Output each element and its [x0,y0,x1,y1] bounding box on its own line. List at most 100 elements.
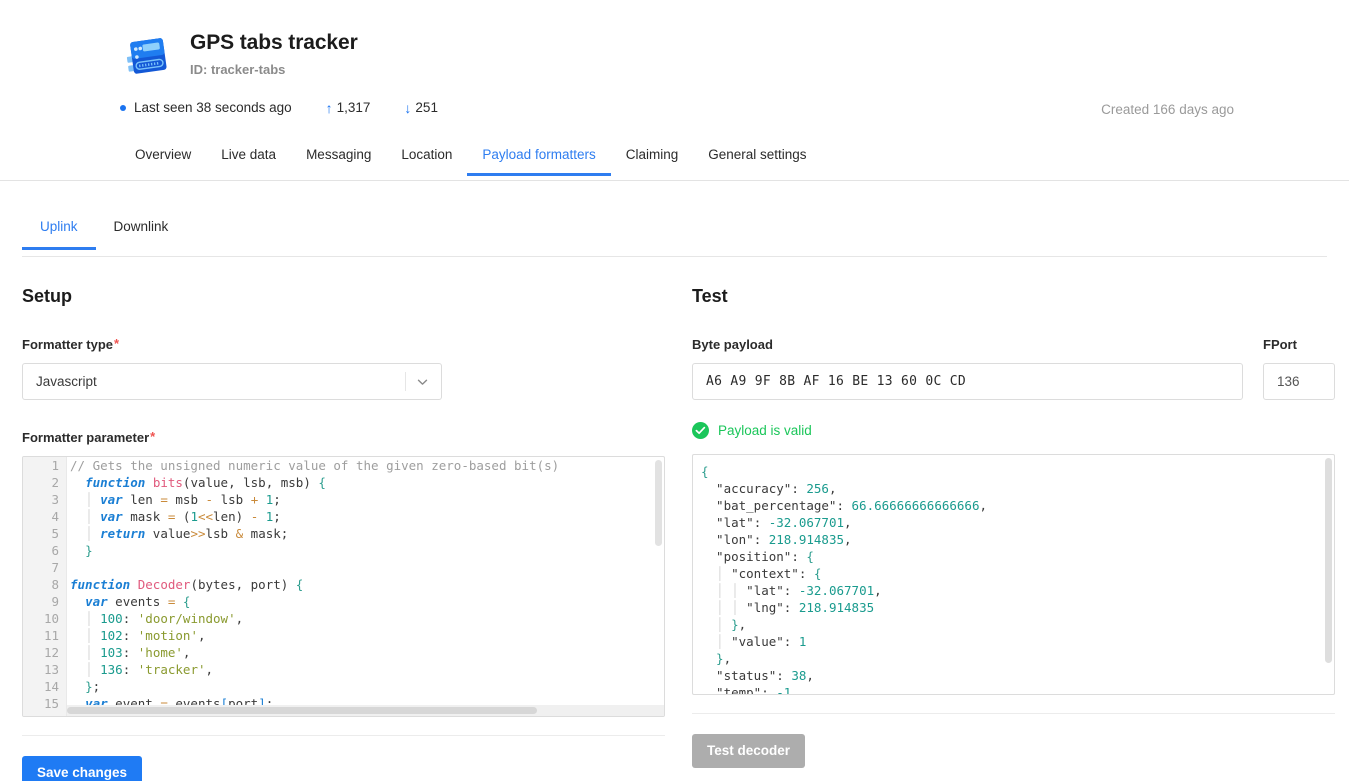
json-line: "bat_percentage": 66.66666666666666, [693,497,1334,514]
code-line: 8function Decoder(bytes, port) { [23,576,664,593]
json-line: │ "context": { [693,565,1334,582]
formatter-type-value: Javascript [23,374,97,389]
save-section: Save changes [22,735,665,781]
json-line: "status": 38, [693,667,1334,684]
tab-messaging[interactable]: Messaging [291,139,386,176]
json-line: "accuracy": 256, [693,480,1334,497]
code-line-number: 8 [23,576,59,593]
code-line-content: function bits(value, lsb, msb) { [70,475,326,490]
check-circle-icon [692,422,709,439]
json-line: │ }, [693,616,1334,633]
code-line-number: 13 [23,661,59,678]
json-line: "position": { [693,548,1334,565]
formatter-type-select[interactable]: Javascript [22,363,442,400]
json-line: "temp": -1, [693,684,1334,695]
tab-location[interactable]: Location [386,139,467,176]
code-line-number: 4 [23,508,59,525]
test-decoder-button[interactable]: Test decoder [692,734,805,768]
code-line-content: // Gets the unsigned numeric value of th… [70,458,559,473]
json-output-lines: { "accuracy": 256, "bat_percentage": 66.… [693,463,1334,694]
code-line: 11 │ 102: 'motion', [23,627,664,644]
page-title: GPS tabs tracker [190,30,358,56]
editor-horizontal-scrollbar[interactable] [67,707,537,714]
subtab-downlink[interactable]: Downlink [96,213,187,250]
setup-column: Setup Formatter type* Javascript Formatt… [22,285,665,781]
fport-input[interactable]: 136 [1263,363,1335,400]
code-line: 13 │ 136: 'tracker', [23,661,664,678]
test-column: Test Byte payload A6 A9 9F 8B AF 16 BE 1… [692,285,1335,768]
code-line-number: 15 [23,695,59,712]
json-line: │ "value": 1 [693,633,1334,650]
code-line: 2 function bits(value, lsb, msb) { [23,474,664,491]
created-text: Created 166 days ago [1101,102,1234,117]
code-line-number: 12 [23,644,59,661]
sub-tab-underline [22,256,1327,257]
code-line-content: │ 103: 'home', [70,645,190,660]
device-id: ID: tracker-tabs [190,62,358,78]
subtab-uplink[interactable]: Uplink [22,213,96,250]
main-tab-items: OverviewLive dataMessagingLocationPayloa… [120,139,822,176]
json-line: { [693,463,1334,480]
required-asterisk: * [150,429,155,444]
editor-vertical-scrollbar[interactable] [655,460,662,546]
code-line-number: 1 [23,457,59,474]
chevron-down-icon[interactable] [416,375,429,388]
formatter-parameter-label: Formatter parameter* [22,430,665,445]
fport-group: FPort 136 [1263,337,1335,400]
json-vertical-scrollbar[interactable] [1325,458,1332,663]
code-line: 9 var events = { [23,593,664,610]
code-line: 10 │ 100: 'door/window', [23,610,664,627]
code-line-number: 11 [23,627,59,644]
json-line: "lon": 218.914835, [693,531,1334,548]
setup-heading: Setup [22,285,665,307]
device-card-icon [124,34,172,80]
code-line: 3 │ var len = msb - lsb + 1; [23,491,664,508]
code-line-content: │ 136: 'tracker', [70,662,213,677]
required-asterisk: * [114,336,119,351]
tab-general-settings[interactable]: General settings [693,139,821,176]
last-seen-text: Last seen 38 seconds ago [134,100,292,115]
byte-payload-label: Byte payload [692,337,1243,352]
json-line: │ │ "lat": -32.067701, [693,582,1334,599]
validity-text: Payload is valid [718,423,812,438]
downlink-arrow-icon: ↓ [404,101,411,115]
code-line: 5 │ return value>>lsb & mask; [23,525,664,542]
test-action-section: Test decoder [692,713,1335,768]
code-line-content: │ var mask = (1<<len) - 1; [70,509,281,524]
code-line-content: } [70,543,93,558]
save-changes-button[interactable]: Save changes [22,756,142,781]
downlink-count: ↓ 251 [404,100,438,115]
code-line-content: │ 102: 'motion', [70,628,206,643]
main-tab-underline [0,180,1349,181]
downlink-count-value: 251 [415,100,438,115]
tab-claiming[interactable]: Claiming [611,139,694,176]
code-line-number: 7 [23,559,59,576]
code-editor[interactable]: 1 // Gets the unsigned numeric value of t… [22,456,665,717]
editor-code-area[interactable]: 1 // Gets the unsigned numeric value of t… [23,457,664,716]
device-title-row: GPS tabs tracker ID: tracker-tabs [124,30,358,80]
tab-payload-formatters[interactable]: Payload formatters [467,139,610,176]
formatter-direction-tabs: UplinkDownlink [22,213,1327,257]
byte-payload-group: Byte payload A6 A9 9F 8B AF 16 BE 13 60 … [692,337,1243,400]
payload-validity-status: Payload is valid [692,422,1335,439]
code-line-content: var events = { [70,594,190,609]
code-line-content: │ var len = msb - lsb + 1; [70,492,281,507]
fport-label: FPort [1263,337,1335,352]
device-title-text: GPS tabs tracker ID: tracker-tabs [190,30,358,78]
code-line-number: 14 [23,678,59,695]
decoded-json-output[interactable]: { "accuracy": 256, "bat_percentage": 66.… [692,454,1335,695]
uplink-count-value: 1,317 [337,100,371,115]
code-line-number: 6 [23,542,59,559]
byte-payload-input[interactable]: A6 A9 9F 8B AF 16 BE 13 60 0C CD [692,363,1243,400]
json-line: │ │ "lng": 218.914835 [693,599,1334,616]
code-line: 7 [23,559,664,576]
uplink-arrow-icon: ↑ [326,101,333,115]
main-tab-bar: OverviewLive dataMessagingLocationPayloa… [0,139,1349,181]
tab-overview[interactable]: Overview [120,139,206,176]
formatter-type-label-text: Formatter type [22,337,113,352]
page-root: GPS tabs tracker ID: tracker-tabs Last s… [0,0,1349,781]
test-heading: Test [692,285,1335,307]
json-line: }, [693,650,1334,667]
code-line-number: 10 [23,610,59,627]
tab-live-data[interactable]: Live data [206,139,291,176]
